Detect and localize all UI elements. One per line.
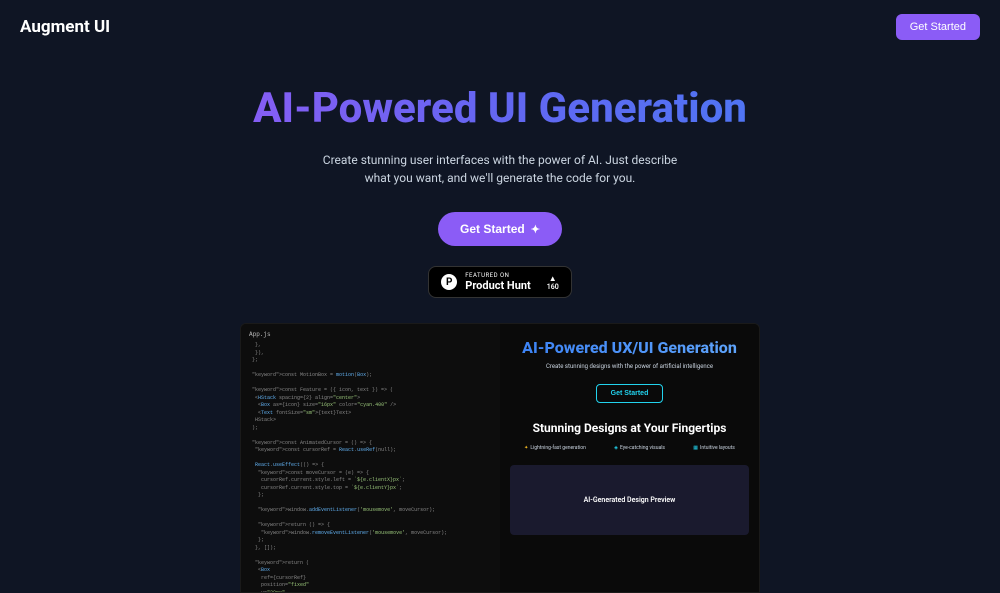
ph-featured-label: FEATURED ON [465,272,509,279]
hero-section: AI-Powered UI Generation Create stunning… [0,54,1000,593]
code-content: }, }), }; "keyword">const MotionBox = mo… [249,342,492,592]
render-subtitle: Create stunning designs with the power o… [510,363,749,370]
ph-upvote-count: 160 [547,283,559,291]
hero-title: AI-Powered UI Generation [0,84,1000,133]
sparkle-icon: ✦ [531,223,540,236]
hero-cta-label: Get Started [460,222,525,236]
render-preview-box: AI-Generated Design Preview [510,465,749,535]
feature-label: Lightning-fast generation [530,445,586,451]
product-hunt-badge[interactable]: P FEATURED ON Product Hunt ▲ 160 [428,266,572,298]
render-title: AI-Powered UX/UI Generation [510,338,749,357]
logo[interactable]: Augment UI [20,17,110,37]
feature-item: ✦ Lightning-fast generation [524,445,586,451]
ph-name: Product Hunt [465,279,531,292]
render-features: ✦ Lightning-fast generation ◈ Eye-catchi… [510,445,749,451]
render-cta-button[interactable]: Get Started [596,384,664,403]
hero-subtitle: Create stunning user interfaces with the… [310,151,690,187]
preview-container: App.js }, }), }; "keyword">const MotionB… [240,323,760,593]
render-preview-label: AI-Generated Design Preview [584,496,676,504]
feature-label: Intuitive layouts [700,445,735,451]
render-panel: AI-Powered UX/UI Generation Create stunn… [500,324,759,592]
header: Augment UI Get Started [0,0,1000,54]
render-section-title: Stunning Designs at Your Fingertips [510,421,749,435]
eye-icon: ◈ [614,445,618,451]
upvote-arrow-icon: ▲ [549,274,557,283]
layout-icon: ▦ [693,445,698,451]
lightning-icon: ✦ [524,445,528,451]
product-hunt-logo-icon: P [441,274,457,290]
ph-upvote: ▲ 160 [547,274,559,291]
header-cta-button[interactable]: Get Started [896,14,980,40]
feature-label: Eye-catching visuals [620,445,665,451]
code-panel: App.js }, }), }; "keyword">const MotionB… [241,324,500,592]
feature-item: ◈ Eye-catching visuals [614,445,665,451]
feature-item: ▦ Intuitive layouts [693,445,735,451]
hero-cta-button[interactable]: Get Started ✦ [438,212,562,246]
code-filename: App.js [249,330,492,339]
